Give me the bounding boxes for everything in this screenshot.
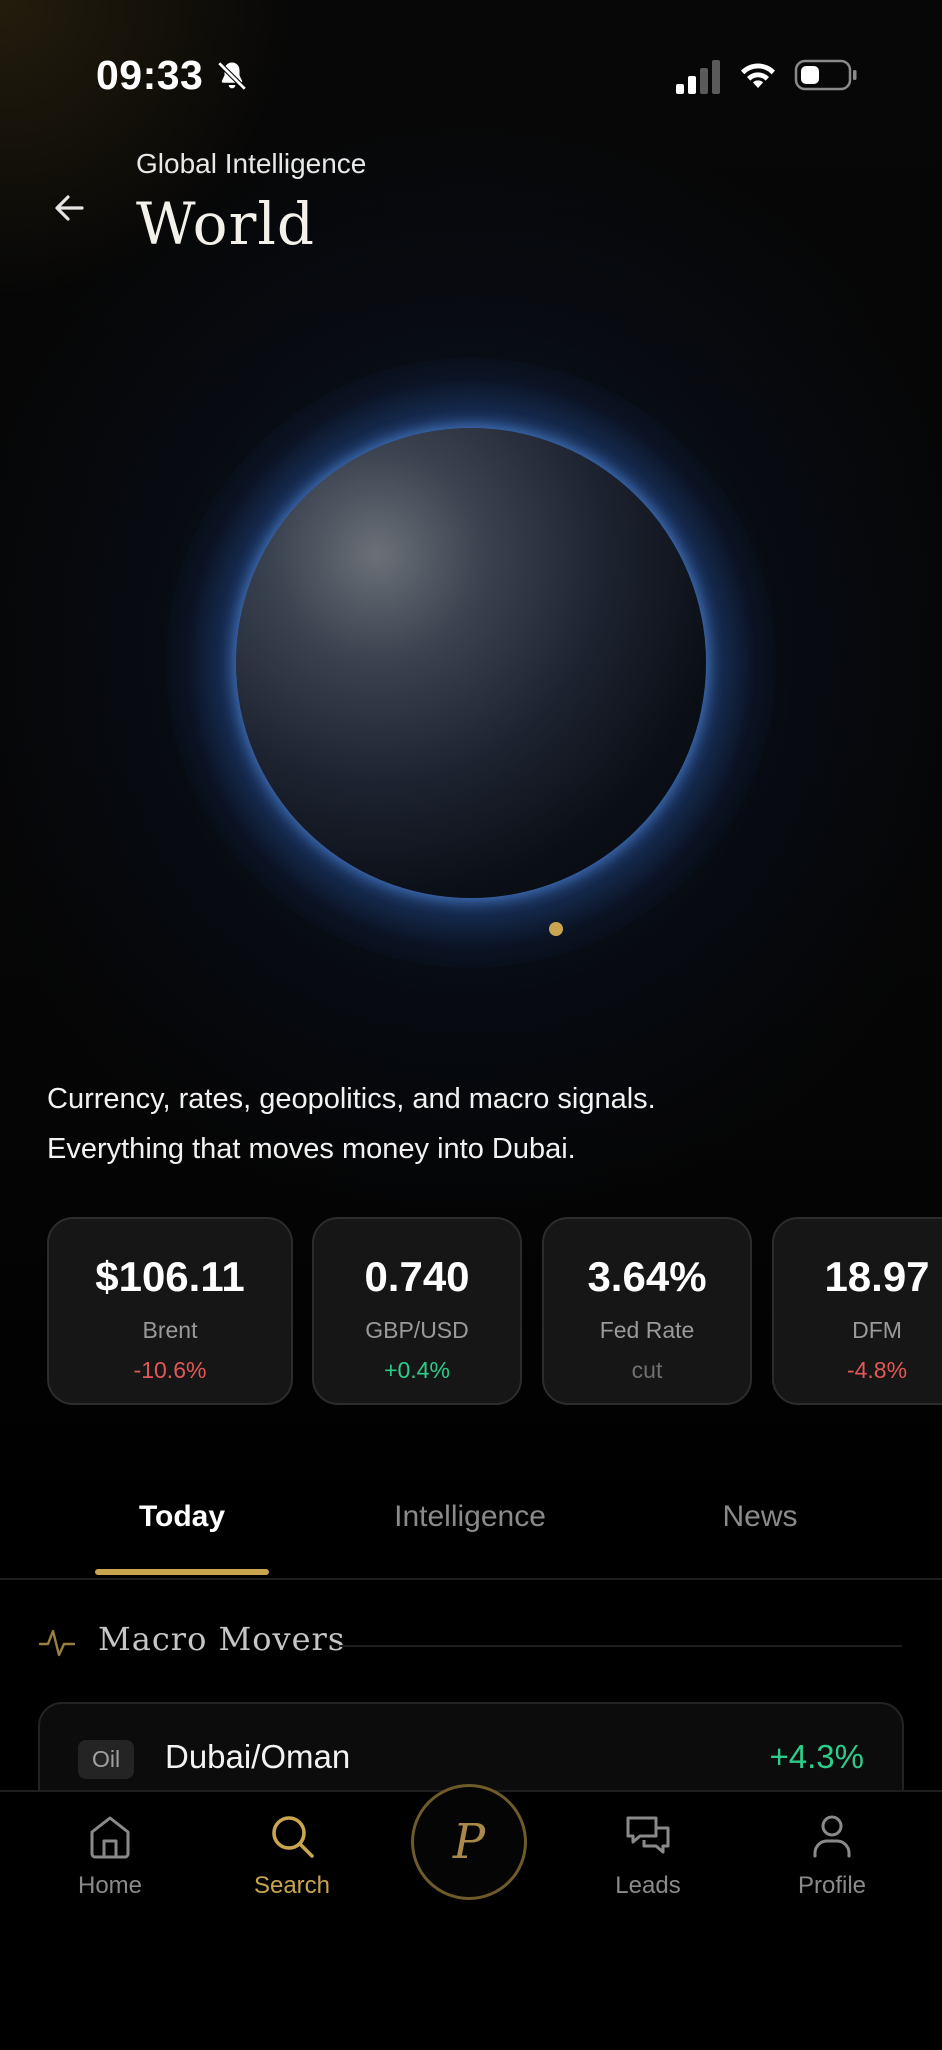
mover-name: Dubai/Oman bbox=[165, 1738, 351, 1775]
globe-visual[interactable] bbox=[166, 358, 776, 968]
status-bar: 09:33 bbox=[0, 52, 942, 102]
chat-bubbles-icon bbox=[626, 1816, 670, 1854]
battery-icon bbox=[794, 59, 857, 91]
stat-value: 18.97 bbox=[824, 1253, 930, 1300]
pulse-icon bbox=[38, 1629, 76, 1657]
nav-leads[interactable]: Leads bbox=[578, 1808, 718, 1900]
stat-card-brent[interactable]: $106.11 Brent -10.6% bbox=[47, 1217, 293, 1405]
tab-today[interactable]: Today bbox=[95, 1500, 269, 1534]
active-tab-indicator bbox=[95, 1569, 269, 1575]
stat-change: cut bbox=[631, 1357, 663, 1383]
stat-label: Fed Rate bbox=[599, 1317, 695, 1343]
nav-label: Leads bbox=[615, 1872, 681, 1899]
stat-cards-carousel[interactable]: $106.11 Brent -10.6% 0.740 GBP/USD +0.4%… bbox=[47, 1217, 942, 1409]
tab-news[interactable]: News bbox=[690, 1500, 830, 1534]
stat-change: -4.8% bbox=[846, 1357, 908, 1383]
stat-card-gbpusd[interactable]: 0.740 GBP/USD +0.4% bbox=[312, 1217, 522, 1405]
tabs-divider bbox=[0, 1578, 942, 1580]
wifi-icon bbox=[741, 63, 775, 88]
nav-search[interactable]: Search bbox=[222, 1808, 362, 1900]
description-line: Currency, rates, geopolitics, and macro … bbox=[47, 1083, 656, 1115]
globe-sphere bbox=[236, 428, 706, 898]
page-title: World bbox=[136, 190, 315, 258]
globe-marker-dot bbox=[549, 922, 563, 936]
bottom-nav: Home Search P Leads Profile bbox=[0, 1784, 942, 2050]
nav-label: Profile bbox=[797, 1872, 867, 1899]
status-time: 09:33 bbox=[96, 52, 204, 98]
stat-change: +0.4% bbox=[384, 1357, 450, 1383]
center-action-button[interactable]: P bbox=[411, 1784, 527, 1900]
mover-tag: Oil bbox=[78, 1740, 135, 1779]
home-icon bbox=[90, 1816, 130, 1859]
section-divider bbox=[340, 1645, 902, 1647]
page-eyebrow: Global Intelligence bbox=[136, 148, 367, 179]
stat-label: GBP/USD bbox=[365, 1317, 469, 1343]
search-icon bbox=[272, 1816, 314, 1858]
nav-label: Search bbox=[253, 1872, 331, 1899]
bell-slash-icon bbox=[217, 61, 247, 91]
tab-bar: Today Intelligence News bbox=[0, 1500, 942, 1580]
back-arrow-icon[interactable] bbox=[48, 186, 92, 230]
nav-label: Home bbox=[77, 1872, 143, 1899]
stat-card-dfm[interactable]: 18.97 DFM -4.8% bbox=[772, 1217, 942, 1405]
description: Currency, rates, geopolitics, and macro … bbox=[47, 1074, 907, 1174]
stat-card-fed-rate[interactable]: 3.64% Fed Rate cut bbox=[542, 1217, 752, 1405]
stat-change: -10.6% bbox=[133, 1357, 207, 1383]
stat-value: 0.740 bbox=[364, 1253, 470, 1300]
stat-value: 3.64% bbox=[587, 1253, 707, 1300]
person-icon bbox=[813, 1815, 851, 1858]
mover-change: +4.3% bbox=[769, 1738, 865, 1775]
nav-profile[interactable]: Profile bbox=[762, 1808, 902, 1900]
stat-label: DFM bbox=[852, 1317, 902, 1343]
tab-intelligence[interactable]: Intelligence bbox=[360, 1500, 580, 1534]
section-title: Macro Movers bbox=[98, 1620, 346, 1658]
center-button-letter: P bbox=[452, 1814, 486, 1870]
description-line: Everything that moves money into Dubai. bbox=[47, 1133, 576, 1165]
stat-value: $106.11 bbox=[95, 1253, 245, 1300]
signal-icon bbox=[676, 60, 720, 94]
stat-label: Brent bbox=[142, 1317, 198, 1343]
nav-home[interactable]: Home bbox=[40, 1808, 180, 1900]
